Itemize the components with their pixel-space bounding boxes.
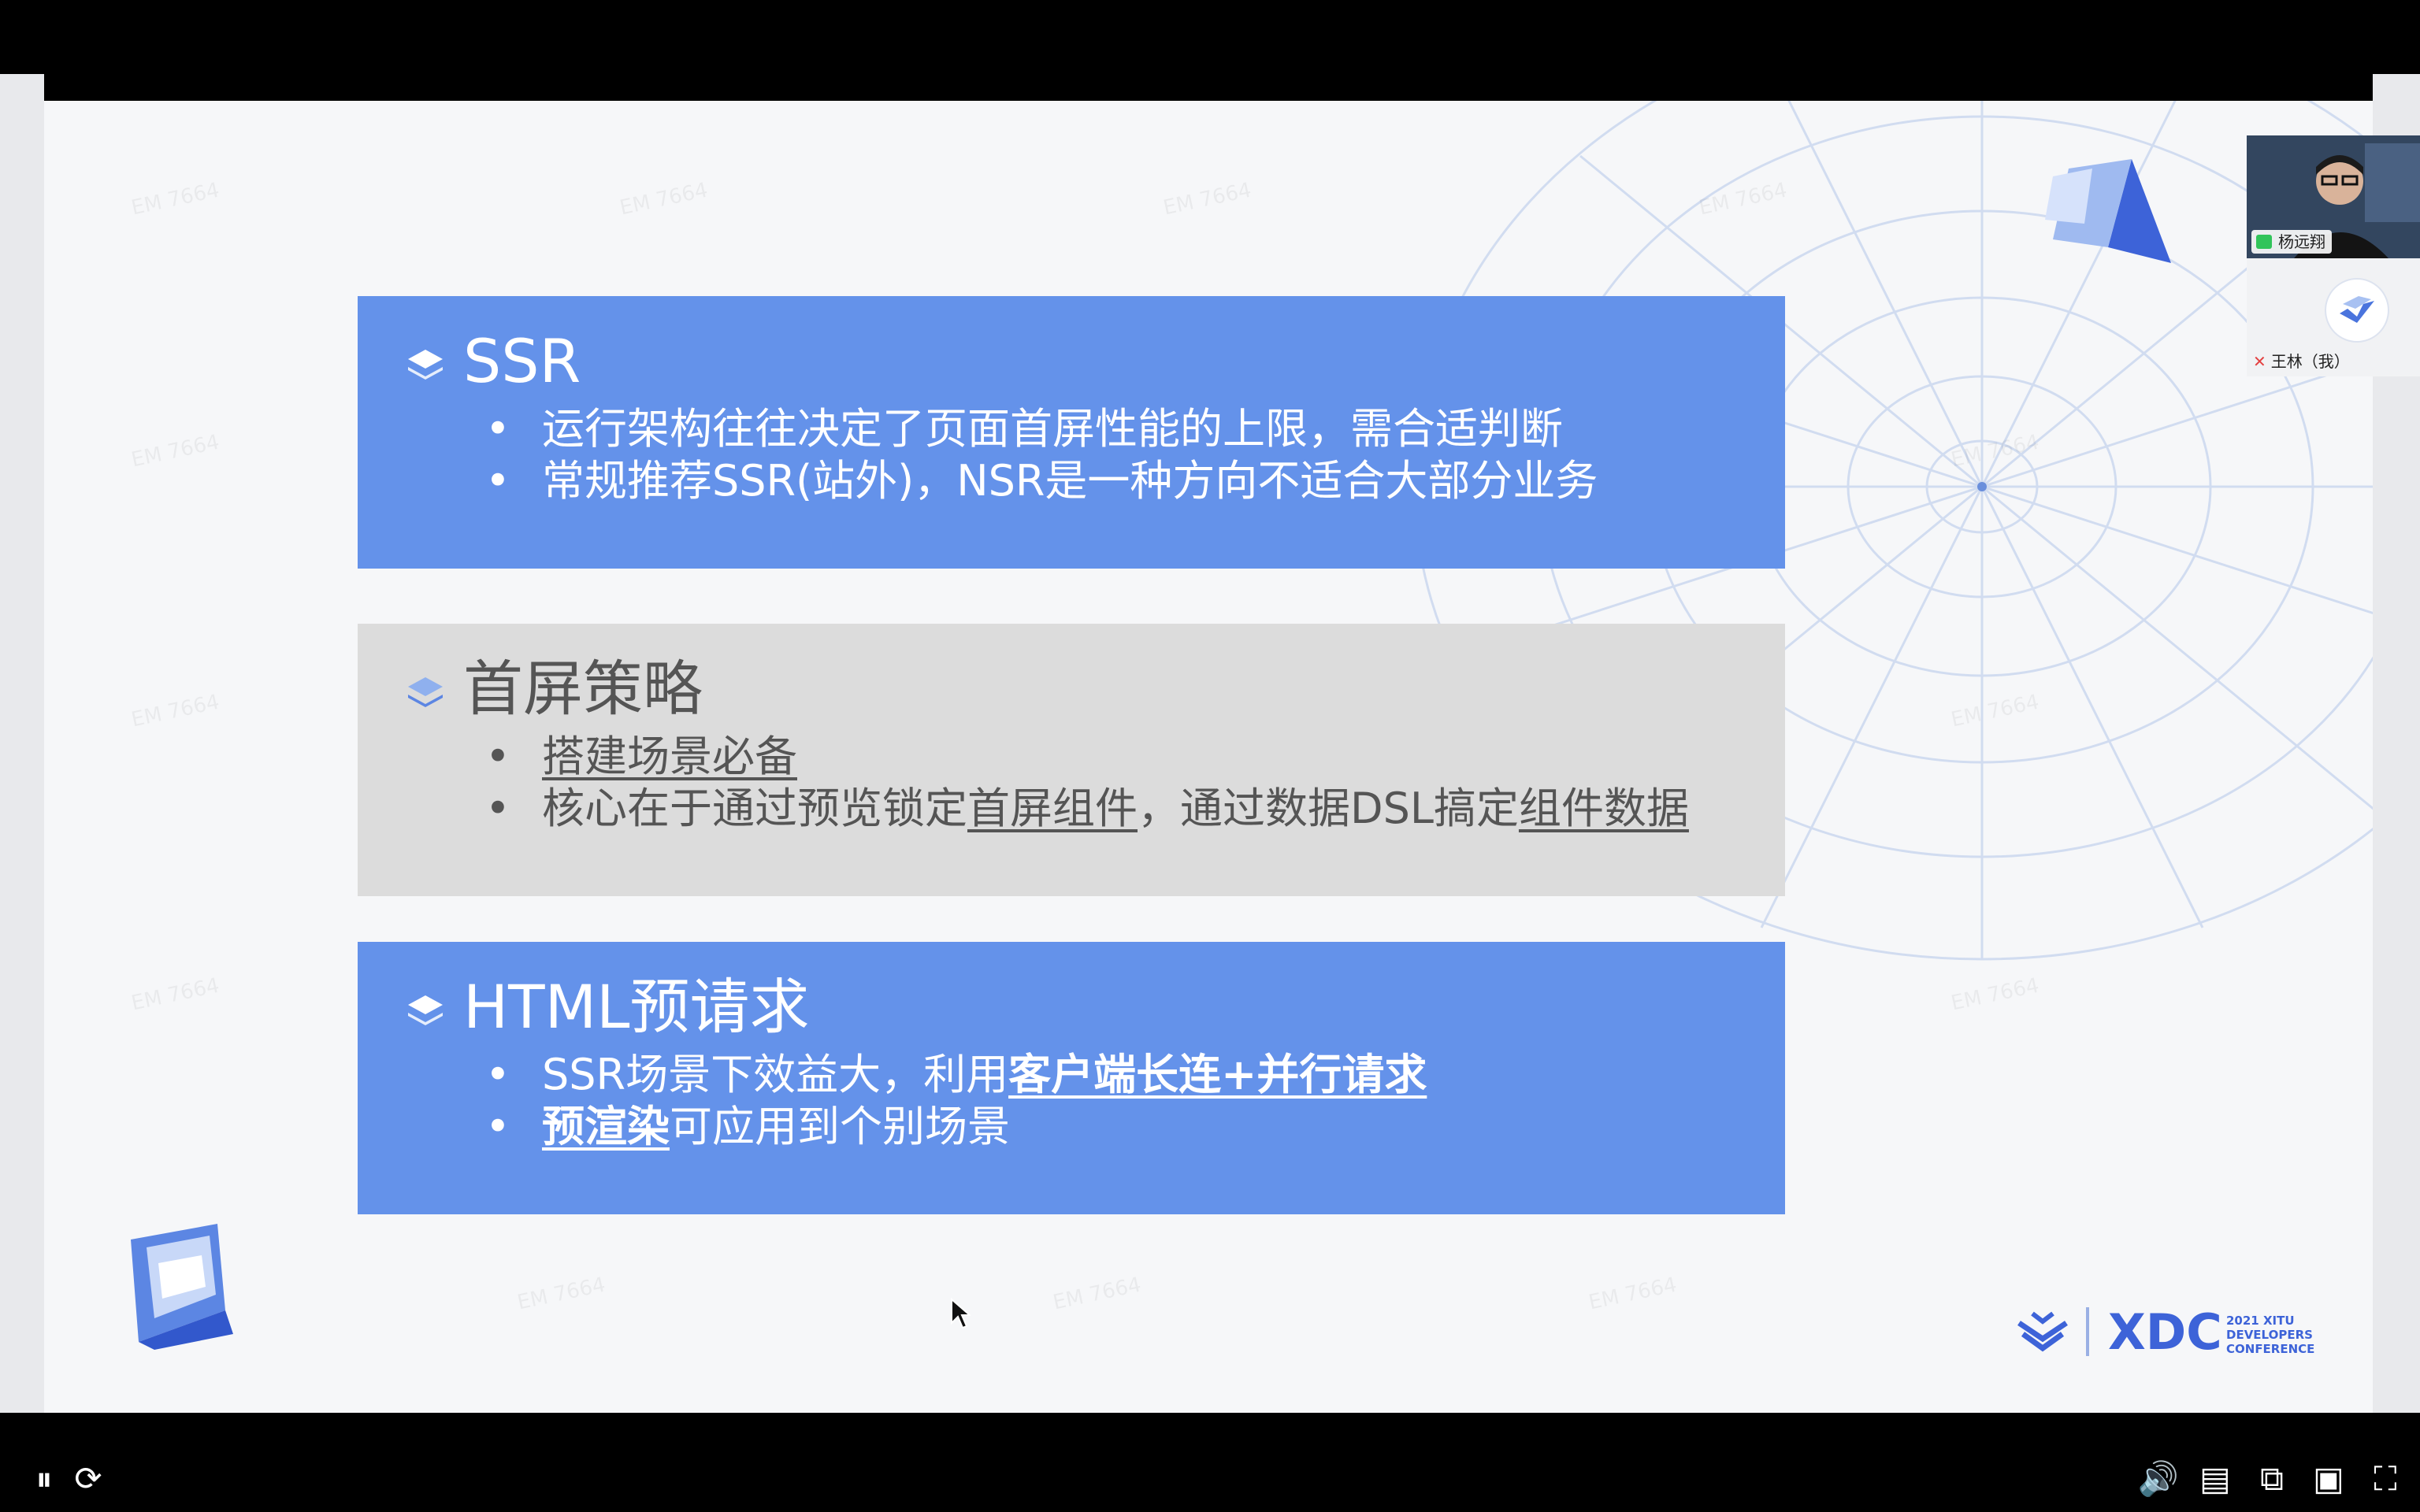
fullscreen-icon: ⛶ — [2374, 1459, 2397, 1498]
mouse-cursor-icon — [951, 1298, 971, 1329]
bullet-text: 核心在于通过预览锁定首屏组件，通过数据DSL搞定组件数据 — [542, 784, 1689, 833]
volume-icon: 🔊 — [2137, 1459, 2180, 1498]
xdc-logo: XDC 2021 XITU DEVELOPERS CONFERENCE — [2015, 1298, 2370, 1369]
bullet-text: 搭建场景必备 — [542, 732, 797, 781]
watermark: EM 7664 — [1161, 178, 1254, 220]
bullet-dot: • — [485, 1102, 510, 1151]
subtitles-icon: ▤ — [2199, 1459, 2231, 1498]
theater-mode-button[interactable]: ▣ — [2307, 1457, 2351, 1501]
presentation-slide: EM 7664 EM 7664 EM 7664 EM 7664 EM 7664 … — [44, 101, 2373, 1413]
card-html-prefetch: HTML预请求 • SSR场景下效益大，利用客户端长连+并行请求 • 预渲染可应… — [358, 942, 1785, 1214]
watermark: EM 7664 — [129, 973, 222, 1016]
card-title: 首屏策略 — [463, 654, 703, 724]
card-first-screen-strategy: 首屏策略 • 搭建场景必备 • 核心在于通过预览锁定首屏组件，通过数据DSL搞定… — [358, 624, 1785, 896]
xdc-mark-icon — [2017, 1311, 2068, 1352]
replay-button[interactable]: ⟳ — [66, 1457, 110, 1501]
layers-icon — [408, 995, 443, 1025]
theater-mode-icon: ▣ — [2313, 1459, 2344, 1498]
card-title: HTML预请求 — [463, 972, 810, 1042]
bullet-dot: • — [485, 784, 510, 833]
watermark: EM 7664 — [1587, 1273, 1680, 1315]
bullet-text: 运行架构往往决定了页面首屏性能的上限，需合适判断 — [542, 404, 1563, 454]
layers-icon — [408, 677, 443, 707]
logo-divider — [2086, 1307, 2089, 1356]
participant-name-label: ✕ 王林（我） — [2253, 352, 2350, 371]
participant-video-tile[interactable]: ✕ 王林（我） — [2247, 258, 2420, 376]
subtitles-button[interactable]: ▤ — [2193, 1457, 2237, 1501]
picture-in-picture-button[interactable]: ⧉ — [2250, 1457, 2294, 1501]
bullet-dot: • — [485, 456, 510, 506]
bullet-text: SSR场景下效益大，利用客户端长连+并行请求 — [542, 1050, 1427, 1099]
conference-cube-graphic — [131, 1224, 233, 1350]
bullet-dot: • — [485, 732, 510, 781]
watermark: EM 7664 — [515, 1273, 608, 1315]
card-ssr: SSR • 运行架构往往决定了页面首屏性能的上限，需合适判断 • 常规推荐SSR… — [358, 296, 1785, 569]
bullet-text: 预渲染可应用到个别场景 — [542, 1102, 1010, 1151]
watermark: EM 7664 — [129, 690, 222, 732]
bullet-dot: • — [485, 404, 510, 454]
mic-on-icon — [2256, 235, 2272, 249]
watermark: EM 7664 — [129, 178, 222, 220]
fullscreen-button[interactable]: ⛶ — [2363, 1457, 2407, 1501]
conference-mark-graphic — [2045, 159, 2171, 263]
picture-in-picture-icon: ⧉ — [2260, 1459, 2284, 1498]
user-avatar-icon — [2325, 278, 2389, 343]
xdc-tagline: 2021 XITU DEVELOPERS CONFERENCE — [2226, 1314, 2315, 1356]
volume-button[interactable]: 🔊 — [2136, 1457, 2181, 1501]
card-title: SSR — [463, 326, 581, 396]
bullet-dot: • — [485, 1050, 510, 1099]
watermark: EM 7664 — [1051, 1273, 1144, 1315]
watermark: EM 7664 — [618, 178, 711, 220]
video-left-edge — [0, 74, 44, 1413]
xdc-wordmark: XDC — [2108, 1303, 2222, 1361]
participant-name-label: 杨远翔 — [2251, 230, 2332, 254]
mic-muted-icon: ✕ — [2253, 352, 2266, 371]
replay-icon: ⟳ — [74, 1459, 102, 1498]
pause-button[interactable]: ⏸ — [22, 1457, 66, 1501]
watermark: EM 7664 — [129, 430, 222, 472]
bullet-text: 常规推荐SSR(站外)，NSR是一种方向不适合大部分业务 — [542, 456, 1598, 506]
pause-icon: ⏸ — [35, 1459, 53, 1498]
layers-icon — [408, 350, 443, 380]
participant-video-tile[interactable]: 杨远翔 — [2247, 135, 2420, 258]
